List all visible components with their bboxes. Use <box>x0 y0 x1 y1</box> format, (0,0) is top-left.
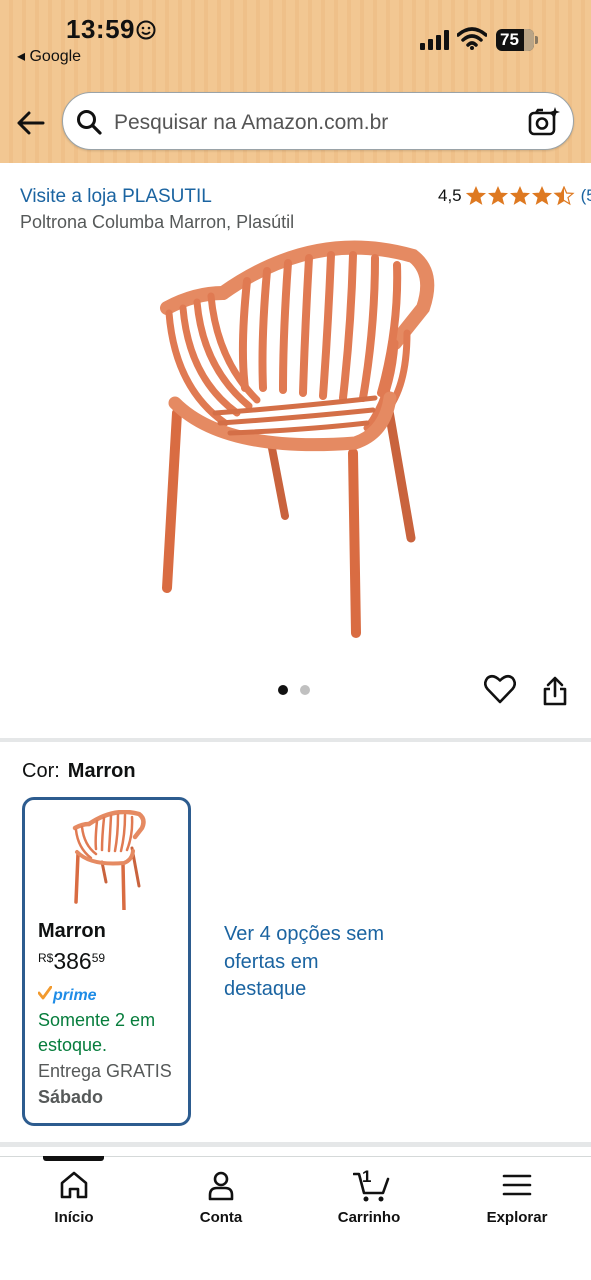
price-currency: R$ <box>38 951 54 965</box>
smiley-icon <box>136 20 156 45</box>
cart-icon <box>352 1169 391 1208</box>
search-bar[interactable]: Pesquisar na Amazon.com.br <box>62 92 574 150</box>
image-carousel-dots[interactable] <box>278 685 310 695</box>
account-icon <box>205 1169 237 1206</box>
carousel-dot-2[interactable] <box>300 685 310 695</box>
share-icon[interactable] <box>541 675 569 712</box>
product-title: Poltrona Columba Marron, Plasútil <box>20 212 295 232</box>
color-option-marron[interactable]: Marron R$38659 prime Somente 2 em estoqu… <box>22 797 191 1126</box>
prime-badge: prime <box>37 985 97 1005</box>
wishlist-heart-icon[interactable] <box>483 674 517 709</box>
section-divider-bottom <box>0 1142 591 1147</box>
color-selector-label: Cor: Marron <box>22 760 136 783</box>
price-whole: 386 <box>53 948 92 974</box>
nav-account[interactable]: Conta <box>171 1157 271 1227</box>
rating-value: 4,5 <box>438 186 462 205</box>
prime-label: prime <box>53 986 97 1004</box>
nav-cart-label: Carrinho <box>337 1209 401 1226</box>
status-bar: 13:59 ◂ Google 75 <box>0 0 591 80</box>
app-header: 13:59 ◂ Google 75 Pesquisar na Amazon.co… <box>0 0 591 163</box>
nav-active-indicator <box>43 1156 104 1161</box>
stock-status: Somente 2 em estoque. <box>38 1010 156 1055</box>
cellular-signal-icon <box>420 30 450 55</box>
color-option-thumbnail <box>69 809 149 912</box>
price-fraction: 59 <box>91 951 106 965</box>
color-option-price: R$38659 <box>38 948 105 975</box>
status-time: 13:59 <box>66 14 135 44</box>
menu-icon <box>501 1169 533 1206</box>
color-label: Cor: <box>22 760 60 782</box>
search-input[interactable]: Pesquisar na Amazon.com.br <box>114 111 388 135</box>
product-image[interactable] <box>145 238 445 643</box>
delivery-text: Entrega GRATIS <box>38 1061 172 1081</box>
cart-count: 1 <box>362 1167 372 1186</box>
wifi-icon <box>456 27 488 56</box>
battery-percent: 75 <box>500 30 519 49</box>
visit-store-link[interactable]: Visite a loja PLASUTIL <box>20 186 212 208</box>
delivery-day: Sábado <box>38 1087 104 1107</box>
search-icon <box>76 109 102 140</box>
color-value: Marron <box>67 760 136 782</box>
back-arrow-icon[interactable] <box>14 106 48 140</box>
prime-check-icon <box>37 985 53 1005</box>
bottom-navigation: Início Conta 1 Carrinho Explorar <box>0 1156 591 1280</box>
camera-search-icon[interactable] <box>528 106 560 143</box>
nav-explore-label: Explorar <box>486 1209 548 1226</box>
nav-account-label: Conta <box>199 1209 243 1226</box>
nav-cart[interactable]: 1 Carrinho <box>319 1157 419 1227</box>
back-to-google-link[interactable]: ◂ Google <box>17 46 81 66</box>
home-icon <box>58 1169 90 1206</box>
rating-stars-icon <box>466 186 576 206</box>
nav-home-label: Início <box>54 1209 94 1226</box>
nav-explore[interactable]: Explorar <box>467 1157 567 1227</box>
section-divider <box>0 738 591 742</box>
rating-count: (5) <box>580 186 591 205</box>
product-rating[interactable]: 4,5 (5) <box>438 186 591 206</box>
carousel-dot-1[interactable] <box>278 685 288 695</box>
color-option-name: Marron <box>38 920 106 942</box>
nav-home[interactable]: Início <box>24 1157 124 1227</box>
more-options-link[interactable]: Ver 4 opções sem ofertas em destaque <box>224 921 394 1004</box>
battery-indicator: 75 <box>496 29 538 51</box>
